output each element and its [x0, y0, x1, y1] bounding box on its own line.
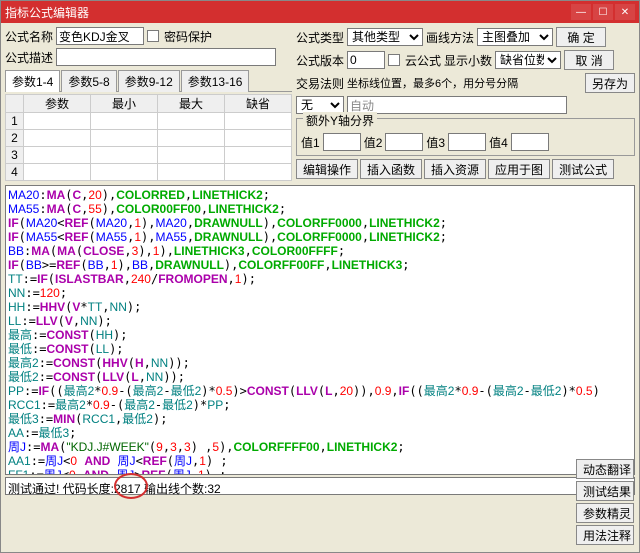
- tab-params-1-4[interactable]: 参数1-4: [5, 70, 60, 92]
- usage-note-button[interactable]: 用法注释: [576, 525, 634, 545]
- test-result-button[interactable]: 测试结果: [576, 481, 634, 501]
- formula-name-label: 公式名称: [5, 28, 53, 45]
- apply-chart-button[interactable]: 应用于图: [488, 159, 550, 179]
- param-table: 参数 最小 最大 缺省 1 2 3 4: [5, 94, 292, 181]
- draw-method-label: 画线方法: [426, 29, 474, 46]
- col-default: 缺省: [225, 95, 292, 113]
- coord-input[interactable]: [347, 96, 567, 114]
- table-row: 3: [6, 147, 292, 164]
- val2-input[interactable]: [385, 133, 423, 151]
- title-bar: 指标公式编辑器 — ☐ ✕: [1, 1, 639, 23]
- ok-button[interactable]: 确 定: [556, 27, 606, 47]
- tab-params-9-12[interactable]: 参数9-12: [118, 70, 180, 92]
- extra-y-legend: 额外Y轴分界: [303, 112, 377, 129]
- status-text: 测试通过! 代码长度:2817 输出线个数:32: [8, 482, 221, 496]
- cloud-label: 云公式: [405, 52, 441, 69]
- cancel-button[interactable]: 取 消: [564, 50, 614, 70]
- param-tabs: 参数1-4 参数5-8 参数9-12 参数13-16: [5, 69, 292, 92]
- top-panel: 公式名称 密码保护 公式描述 参数1-4 参数5-8 参数9-12 参数13-1…: [1, 23, 639, 185]
- col-max: 最大: [158, 95, 225, 113]
- formula-name-input[interactable]: [56, 27, 144, 45]
- version-input[interactable]: [347, 51, 385, 69]
- formula-desc-label: 公式描述: [5, 49, 53, 66]
- left-panel: 公式名称 密码保护 公式描述 参数1-4 参数5-8 参数9-12 参数13-1…: [5, 27, 292, 181]
- formula-desc-input[interactable]: [56, 48, 276, 66]
- window: 指标公式编辑器 — ☐ ✕ 公式名称 密码保护 公式描述 参数1-4 参数5-8…: [0, 0, 640, 553]
- right-panel: 公式类型 其他类型 画线方法 主图叠加 确 定 公式版本 云公式 显示小数 缺省…: [296, 27, 635, 181]
- val1-input[interactable]: [323, 133, 361, 151]
- insert-func-button[interactable]: 插入函数: [360, 159, 422, 179]
- insert-res-button[interactable]: 插入资源: [424, 159, 486, 179]
- action-buttons: 编辑操作 插入函数 插入资源 应用于图 测试公式: [296, 159, 635, 179]
- saveas-button[interactable]: 另存为: [585, 73, 635, 93]
- maximize-button[interactable]: ☐: [593, 4, 613, 20]
- dynamic-translate-button[interactable]: 动态翻译: [576, 459, 634, 479]
- minimize-button[interactable]: —: [571, 4, 591, 20]
- code-editor[interactable]: MA20:MA(C,20),COLORRED,LINETHICK2; MA55:…: [5, 185, 635, 475]
- password-label: 密码保护: [164, 28, 212, 45]
- coord-label: 坐标线位置，最多6个，用分号分隔: [347, 75, 518, 91]
- table-row: 4: [6, 164, 292, 181]
- tab-params-13-16[interactable]: 参数13-16: [181, 70, 250, 92]
- edit-op-button[interactable]: 编辑操作: [296, 159, 358, 179]
- window-title: 指标公式编辑器: [5, 4, 569, 21]
- col-param: 参数: [24, 95, 91, 113]
- table-row: 1: [6, 113, 292, 130]
- side-buttons: 动态翻译 测试结果 参数精灵 用法注释: [576, 459, 634, 545]
- password-checkbox[interactable]: [147, 30, 159, 42]
- table-row: 2: [6, 130, 292, 147]
- tab-params-5-8[interactable]: 参数5-8: [61, 70, 116, 92]
- close-button[interactable]: ✕: [615, 4, 635, 20]
- cloud-checkbox[interactable]: [388, 54, 400, 66]
- draw-method-select[interactable]: 主图叠加: [477, 28, 553, 46]
- status-bar: 测试通过! 代码长度:2817 输出线个数:32: [5, 477, 635, 495]
- param-wizard-button[interactable]: 参数精灵: [576, 503, 634, 523]
- trade-rule-label: 交易法则: [296, 75, 344, 92]
- test-formula-button[interactable]: 测试公式: [552, 159, 614, 179]
- val4-input[interactable]: [511, 133, 549, 151]
- col-min: 最小: [91, 95, 158, 113]
- decimal-select[interactable]: 缺省位数: [495, 51, 561, 69]
- formula-type-select[interactable]: 其他类型: [347, 28, 423, 46]
- formula-type-label: 公式类型: [296, 29, 344, 46]
- version-label: 公式版本: [296, 52, 344, 69]
- decimal-label: 显示小数: [444, 52, 492, 69]
- val3-input[interactable]: [448, 133, 486, 151]
- extra-y-fieldset: 额外Y轴分界 值1 值2 值3 值4: [296, 118, 635, 156]
